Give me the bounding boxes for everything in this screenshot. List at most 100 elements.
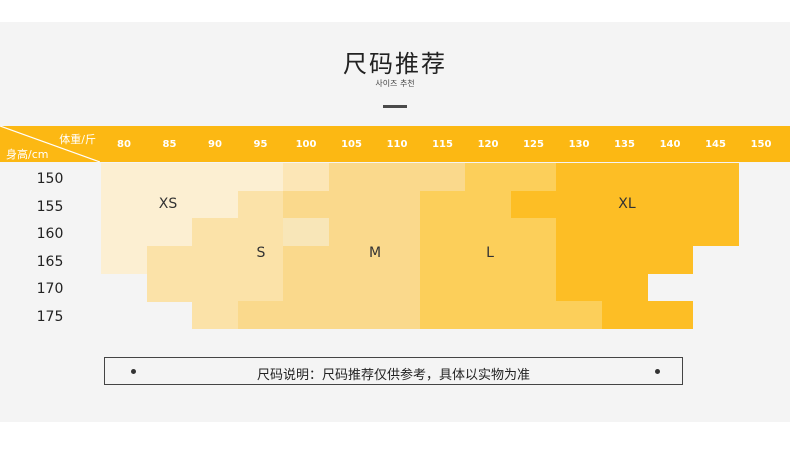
note-text: 尺码说明：尺码推荐仅供参考，具体以实物为准 — [256, 368, 530, 383]
size-cell — [647, 163, 694, 192]
size-label-m: M — [368, 245, 382, 261]
height-label: 175 — [36, 309, 64, 325]
size-cell — [556, 245, 603, 274]
size-cell — [328, 190, 375, 219]
size-cell — [328, 273, 375, 302]
size-label-s: S — [256, 245, 266, 261]
page-title: 尺码推荐 — [343, 50, 447, 78]
size-cell — [647, 190, 694, 219]
size-cell — [510, 273, 557, 302]
size-cell — [101, 218, 148, 247]
note-bullet-right — [655, 369, 660, 374]
weight-tick: 125 — [523, 139, 544, 150]
size-cell — [510, 218, 557, 247]
weight-tick: 120 — [477, 139, 499, 150]
size-cell — [192, 273, 239, 302]
weight-tick: 140 — [659, 139, 681, 150]
weight-tick: 145 — [705, 139, 726, 150]
weight-tick: 90 — [208, 139, 222, 150]
size-cell — [556, 273, 603, 302]
size-cell — [283, 163, 330, 192]
weight-tick: 130 — [568, 139, 590, 150]
size-cell — [237, 273, 284, 302]
size-cell — [692, 163, 739, 192]
size-label-xs: XS — [158, 196, 178, 212]
size-cell — [146, 273, 193, 302]
size-cell — [601, 218, 648, 247]
size-cell — [237, 218, 284, 247]
size-cell — [328, 163, 375, 192]
size-cell — [283, 190, 330, 219]
size-cell — [237, 301, 284, 330]
size-cell — [510, 245, 557, 274]
size-cell — [101, 163, 148, 192]
size-cell — [146, 245, 193, 274]
size-label-l: L — [486, 245, 494, 261]
height-axis-label: 身高/cm — [6, 148, 49, 161]
size-cell — [601, 163, 648, 192]
size-cell — [192, 245, 239, 274]
height-label: 150 — [36, 171, 64, 187]
size-cell — [556, 218, 603, 247]
title-divider — [383, 105, 407, 108]
size-note: 尺码说明：尺码推荐仅供参考，具体以实物为准 — [104, 357, 683, 385]
size-cell — [601, 245, 648, 274]
size-cell — [101, 245, 148, 274]
size-cell — [692, 218, 739, 247]
weight-tick: 85 — [162, 139, 177, 150]
size-cell — [465, 218, 512, 247]
size-cell — [465, 301, 512, 330]
size-cell — [465, 273, 512, 302]
size-label-xl: XL — [618, 196, 636, 212]
weight-tick: 150 — [750, 139, 772, 150]
size-cell — [419, 190, 466, 219]
size-cell — [237, 163, 284, 192]
size-cell — [283, 245, 330, 274]
height-label: 155 — [36, 198, 64, 215]
height-label: 170 — [36, 281, 64, 298]
size-cell — [192, 190, 239, 219]
size-cell — [283, 301, 330, 330]
weight-tick: 110 — [386, 139, 408, 150]
size-cell — [465, 163, 512, 192]
size-cell — [192, 163, 239, 192]
size-cell — [601, 301, 648, 330]
size-cell — [647, 301, 694, 330]
size-cell — [374, 273, 421, 302]
size-cell — [601, 273, 648, 302]
size-cell — [192, 301, 239, 330]
size-cell — [647, 218, 694, 247]
size-cell — [465, 190, 512, 219]
size-cell — [510, 163, 557, 192]
size-cell — [692, 190, 739, 219]
height-label: 165 — [36, 253, 64, 270]
page-subtitle: 사이즈 추천 — [375, 79, 415, 88]
size-cell — [328, 301, 375, 330]
size-cell — [374, 163, 421, 192]
size-cell — [146, 218, 193, 247]
weight-axis-label: 体重/斤 — [59, 133, 96, 146]
size-cell — [374, 301, 421, 330]
size-cell — [419, 301, 466, 330]
weight-tick: 100 — [295, 139, 317, 150]
weight-tick: 135 — [614, 139, 635, 150]
size-cell — [556, 190, 603, 219]
size-cell — [374, 218, 421, 247]
size-cell — [146, 163, 193, 192]
size-cell — [101, 190, 148, 219]
size-cell — [328, 218, 375, 247]
size-cell — [283, 218, 330, 247]
size-cell — [647, 245, 694, 274]
weight-tick: 80 — [117, 139, 131, 150]
size-cell — [419, 245, 466, 274]
size-cell — [510, 190, 557, 219]
weight-tick: 115 — [432, 139, 453, 150]
size-cell — [374, 190, 421, 219]
size-cell — [419, 218, 466, 247]
size-cell — [556, 301, 603, 330]
size-cell — [510, 301, 557, 330]
size-cell — [419, 163, 466, 192]
size-cell — [237, 190, 284, 219]
weight-tick: 105 — [341, 139, 362, 150]
size-cell — [419, 273, 466, 302]
